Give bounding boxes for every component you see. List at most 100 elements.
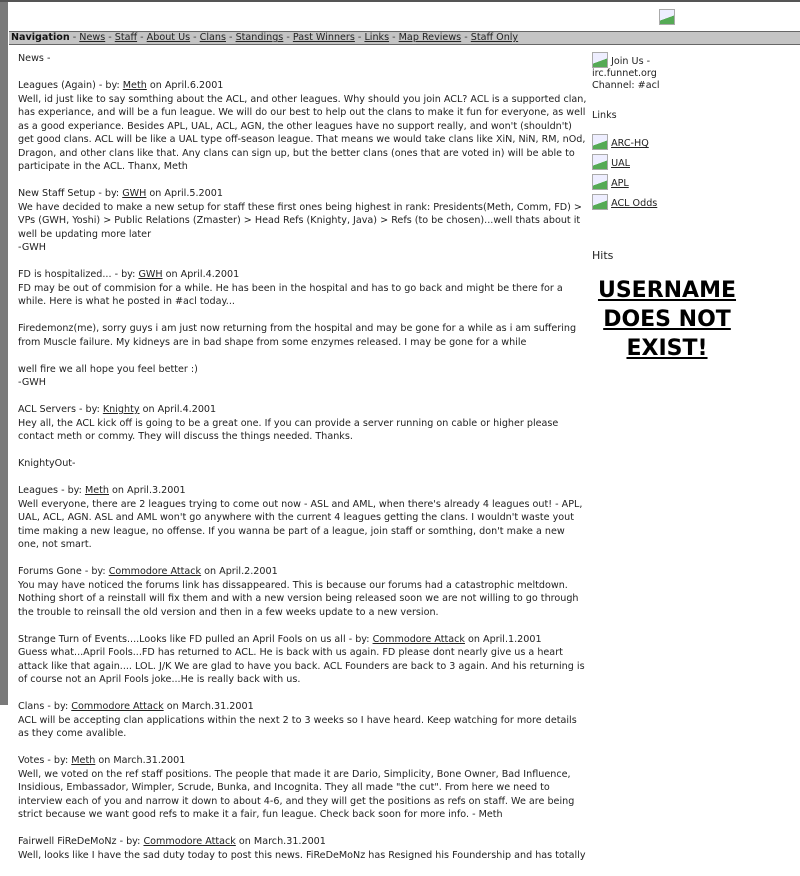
by-label: - by: xyxy=(95,80,123,91)
post-date: April.5.2001 xyxy=(164,188,223,199)
side-link[interactable]: APL xyxy=(611,178,629,189)
post-title: New Staff Setup xyxy=(18,188,96,199)
hits-error: USERNAME DOES NOT EXIST! xyxy=(597,278,737,361)
side-link[interactable]: ARC-HQ xyxy=(611,138,649,149)
news-post: New Staff Setup - by: GWH on April.5.200… xyxy=(18,187,588,255)
post-date: April.3.2001 xyxy=(127,485,186,496)
on-label: on xyxy=(95,755,114,766)
nav-link-clans[interactable]: Clans xyxy=(200,32,226,43)
news-column: News - Leagues (Again) - by: Meth on Apr… xyxy=(18,52,588,876)
post-header: Clans - by: Commodore Attack on March.31… xyxy=(18,700,588,714)
on-label: on xyxy=(108,485,128,496)
post-date: April.2.2001 xyxy=(219,566,278,577)
link-image-icon xyxy=(592,134,608,150)
on-label: on xyxy=(464,633,484,645)
post-header: Leagues - by: Meth on April.3.2001 xyxy=(18,484,588,498)
post-author-link[interactable]: Commodore Attack xyxy=(373,634,465,645)
nav-link-about-us[interactable]: About Us xyxy=(147,32,190,43)
on-label: on xyxy=(235,836,254,847)
side-link[interactable]: UAL xyxy=(611,158,630,169)
post-body: Well, we voted on the ref staff position… xyxy=(18,768,575,821)
top-border xyxy=(0,0,800,2)
post-author-link[interactable]: Meth xyxy=(85,485,109,496)
post-author-link[interactable]: Meth xyxy=(123,80,147,91)
post-header: New Staff Setup - by: GWH on April.5.200… xyxy=(18,187,588,201)
irc-server: irc.funnet.org xyxy=(592,68,657,79)
left-border xyxy=(0,0,8,705)
nav-link-past-winners[interactable]: Past Winners xyxy=(293,32,355,43)
news-post: Leagues (Again) - by: Meth on April.6.20… xyxy=(18,79,588,174)
news-post: Forums Gone - by: Commodore Attack on Ap… xyxy=(18,565,588,619)
post-header: FD is hospitalized... - by: GWH on April… xyxy=(18,268,588,282)
side-link-row: ACL Odds xyxy=(592,194,792,210)
post-header: ACL Servers - by: Knighty on April.4.200… xyxy=(18,403,588,417)
irc-image-icon xyxy=(592,52,608,68)
on-label: on xyxy=(201,566,220,577)
side-link[interactable]: ACL Odds xyxy=(611,198,657,209)
nav-link-links[interactable]: Links xyxy=(364,32,389,43)
by-label: - by: xyxy=(95,188,123,199)
on-label: on xyxy=(163,701,182,712)
on-label: on xyxy=(146,80,165,91)
on-label: on xyxy=(139,404,158,415)
post-title: Strange Turn of Events....Looks like FD … xyxy=(18,633,346,645)
post-author-link[interactable]: GWH xyxy=(122,188,146,199)
nav-link-map-reviews[interactable]: Map Reviews xyxy=(399,32,462,43)
post-header: Forums Gone - by: Commodore Attack on Ap… xyxy=(18,565,588,579)
post-author-link[interactable]: Commodore Attack xyxy=(143,836,235,847)
post-date: April.4.2001 xyxy=(180,269,240,280)
news-heading: News - xyxy=(18,53,51,64)
news-post: FD is hospitalized... - by: GWH on April… xyxy=(18,268,588,390)
navigation-bar: Navigation - News - Staff - About Us - C… xyxy=(9,31,800,45)
post-body: FD may be out of commision for a while. … xyxy=(18,282,563,308)
by-label: - by: xyxy=(345,633,373,645)
side-link-row: ARC-HQ xyxy=(592,134,792,150)
post-header: Fairwell FiReDeMoNz - by: Commodore Atta… xyxy=(18,835,588,849)
post-author-link[interactable]: Commodore Attack xyxy=(109,566,201,577)
post-body: Well everyone, there are 2 leagues tryin… xyxy=(18,498,583,551)
by-label: - by: xyxy=(81,566,109,577)
nav-link-staff-only[interactable]: Staff Only xyxy=(471,32,518,43)
post-header: Leagues (Again) - by: Meth on April.6.20… xyxy=(18,79,588,93)
post-body: KnightyOut- xyxy=(18,458,76,469)
news-post: Leagues - by: Meth on April.3.2001 Well e… xyxy=(18,484,588,552)
link-image-icon xyxy=(592,194,608,210)
post-title: Leagues xyxy=(18,485,59,496)
post-author-link[interactable]: Commodore Attack xyxy=(71,701,163,712)
nav-link-standings[interactable]: Standings xyxy=(236,32,284,43)
post-title: Fairwell FiReDeMoNz xyxy=(18,836,117,847)
post-date: March.31.2001 xyxy=(113,755,186,766)
nav-link-news[interactable]: News xyxy=(79,32,105,43)
post-body: Guess what...April Fools...FD has return… xyxy=(18,647,585,685)
news-post: Fairwell FiReDeMoNz - by: Commodore Atta… xyxy=(18,835,588,862)
post-body: Firedemonz(me), sorry guys i am just now… xyxy=(18,323,577,348)
banner-image-icon xyxy=(659,9,675,25)
post-body: We have decided to make a new setup for … xyxy=(18,201,582,254)
post-body: ACL will be accepting clan applications … xyxy=(18,714,577,740)
post-title: Leagues (Again) xyxy=(18,80,96,91)
by-label: - by: xyxy=(44,701,72,712)
post-body: You may have noticed the forums link has… xyxy=(18,579,579,618)
post-author-link[interactable]: GWH xyxy=(138,269,162,280)
post-body: Well, looks like I have the sad duty tod… xyxy=(18,849,586,861)
join-label: Join Us - xyxy=(611,56,651,67)
post-author-link[interactable]: Knighty xyxy=(103,404,140,415)
post-author-link[interactable]: Meth xyxy=(71,755,95,766)
irc-channel: Channel: #acl xyxy=(592,80,660,91)
news-post: ACL Servers - by: Knighty on April.4.200… xyxy=(18,403,588,471)
side-link-row: APL xyxy=(592,174,792,190)
hits-title: Hits xyxy=(592,249,614,262)
post-header: Votes - by: Meth on March.31.2001 xyxy=(18,754,588,768)
by-label: - by: xyxy=(58,485,85,496)
by-label: - by: xyxy=(116,836,144,847)
news-post: Strange Turn of Events....Looks like FD … xyxy=(18,633,588,687)
by-label: - by: xyxy=(111,269,139,280)
post-title: Votes xyxy=(18,755,45,766)
post-date: March.31.2001 xyxy=(181,701,254,712)
post-title: Forums Gone xyxy=(18,566,82,577)
post-date: April.4.2001 xyxy=(157,404,217,415)
nav-link-staff[interactable]: Staff xyxy=(115,32,137,43)
link-image-icon xyxy=(592,174,608,190)
on-label: on xyxy=(162,269,181,280)
news-post: Votes - by: Meth on March.31.2001 Well, w… xyxy=(18,754,588,822)
